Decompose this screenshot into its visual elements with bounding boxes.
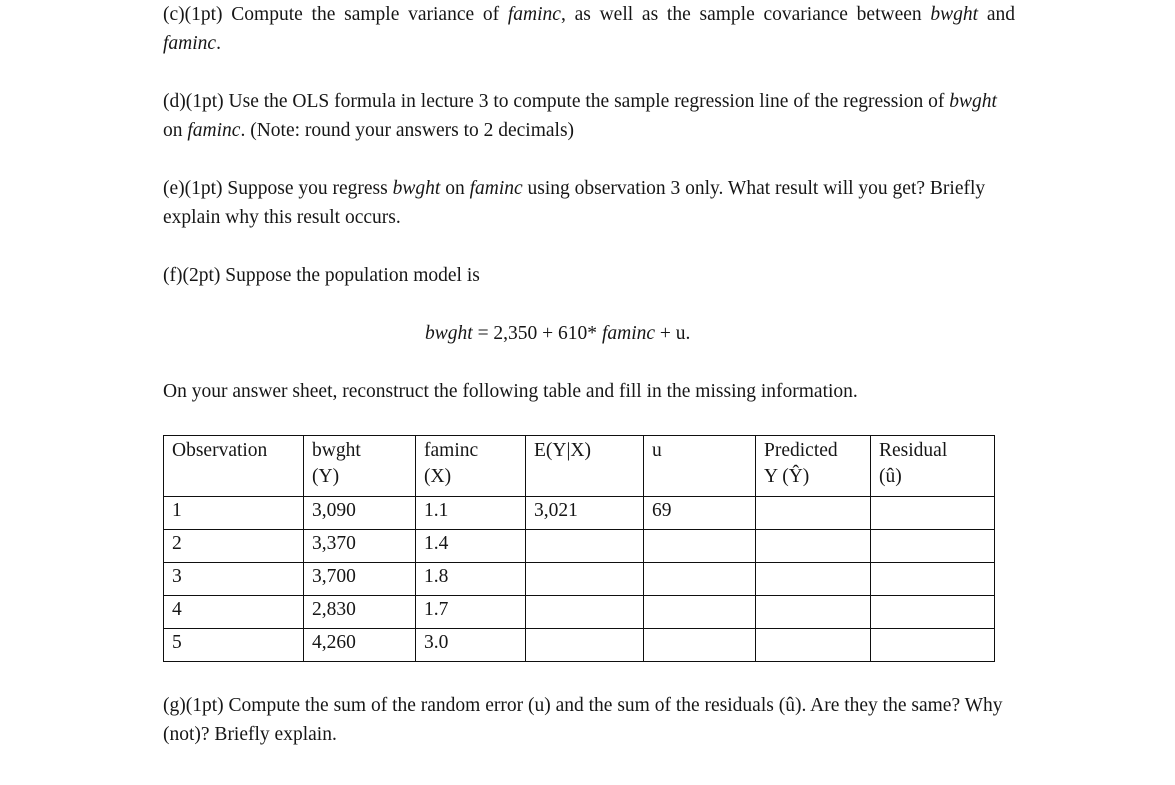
table-row: 5 4,260 3.0 — [163, 628, 995, 662]
cell-residual — [870, 628, 995, 662]
cell-u: 69 — [643, 496, 756, 530]
table-intro-text: On your answer sheet, reconstruct the fo… — [163, 381, 858, 402]
column-header-error: u — [643, 435, 756, 497]
cell-faminc: 1.8 — [415, 562, 526, 596]
table-body: 1 3,090 1.1 3,021 69 2 3,370 1.4 3 3,700 1.8 4 2,830… — [163, 496, 995, 662]
cell-bwght: 3,370 — [303, 529, 416, 563]
table-row: 3 3,700 1.8 — [163, 562, 995, 596]
column-header-faminc: faminc (X) — [415, 435, 526, 497]
paragraph-part-d: (d)(1pt) Use the OLS formula in lecture … — [163, 91, 997, 141]
variable-name: faminc — [601, 323, 656, 344]
regression-table-wrapper: Observation bwght (Y) faminc (X) E(Y|X) — [163, 435, 995, 662]
cell-predicted-y — [755, 529, 871, 563]
column-header-residual: Residual (û) — [870, 435, 995, 497]
cell-observation: 2 — [163, 529, 304, 563]
cell-residual — [870, 496, 995, 530]
cell-faminc: 1.7 — [415, 595, 526, 629]
cell-bwght: 3,700 — [303, 562, 416, 596]
variable-name: bwght — [392, 178, 441, 199]
variable-name: bwght — [425, 323, 473, 344]
cell-u — [643, 628, 756, 662]
cell-faminc: 1.1 — [415, 496, 526, 530]
cell-observation: 3 — [163, 562, 304, 596]
cell-predicted-y — [755, 562, 871, 596]
variable-name: faminc — [469, 178, 523, 199]
cell-observation: 5 — [163, 628, 304, 662]
paragraph-part-f: (f)(2pt) Suppose the population model is — [163, 265, 480, 286]
variable-name: faminc — [163, 33, 217, 54]
paragraph-part-e: (e)(1pt) Suppose you regress bwght on fa… — [163, 178, 986, 228]
residual-hat-label: (û) — [879, 466, 902, 487]
column-header-bwght: bwght (Y) — [303, 435, 416, 497]
population-model-equation: bwght = 2,350 + 610* faminc + u. — [425, 323, 691, 344]
document-page: (c)(1pt) Compute the sample variance of … — [163, 0, 1015, 749]
cell-u — [643, 562, 756, 596]
table-row: 4 2,830 1.7 — [163, 595, 995, 629]
cell-eyx — [525, 595, 644, 629]
cell-faminc: 3.0 — [415, 628, 526, 662]
cell-residual — [870, 529, 995, 563]
cell-observation: 4 — [163, 595, 304, 629]
cell-observation: 1 — [163, 496, 304, 530]
cell-eyx — [525, 529, 644, 563]
column-header-observation: Observation — [163, 435, 304, 497]
cell-bwght: 3,090 — [303, 496, 416, 530]
cell-u — [643, 595, 756, 629]
variable-name: faminc — [507, 4, 561, 25]
column-header-predicted-y: Predicted Y (Ŷ) — [755, 435, 871, 497]
table-row: 2 3,370 1.4 — [163, 529, 995, 563]
cell-faminc: 1.4 — [415, 529, 526, 563]
cell-bwght: 2,830 — [303, 595, 416, 629]
table-header: Observation bwght (Y) faminc (X) E(Y|X) — [163, 435, 995, 497]
variable-name: faminc — [187, 120, 241, 141]
cell-predicted-y — [755, 595, 871, 629]
variable-name: bwght — [949, 91, 997, 112]
cell-bwght: 4,260 — [303, 628, 416, 662]
cell-eyx: 3,021 — [525, 496, 644, 530]
table-row: 1 3,090 1.1 3,021 69 — [163, 496, 995, 530]
cell-residual — [870, 595, 995, 629]
table-header-row: Observation bwght (Y) faminc (X) E(Y|X) — [163, 435, 995, 497]
paragraph-part-c: (c)(1pt) Compute the sample variance of … — [163, 4, 1015, 54]
paragraph-part-g: (g)(1pt) Compute the sum of the random e… — [163, 695, 1003, 745]
cell-predicted-y — [755, 496, 871, 530]
cell-eyx — [525, 562, 644, 596]
cell-eyx — [525, 628, 644, 662]
cell-u — [643, 529, 756, 563]
regression-table: Observation bwght (Y) faminc (X) E(Y|X) — [163, 435, 995, 662]
variable-name: bwght — [930, 4, 979, 25]
cell-residual — [870, 562, 995, 596]
predicted-y-hat-label: Y (Ŷ) — [764, 466, 810, 487]
cell-predicted-y — [755, 628, 871, 662]
column-header-conditional-expectation: E(Y|X) — [525, 435, 644, 497]
